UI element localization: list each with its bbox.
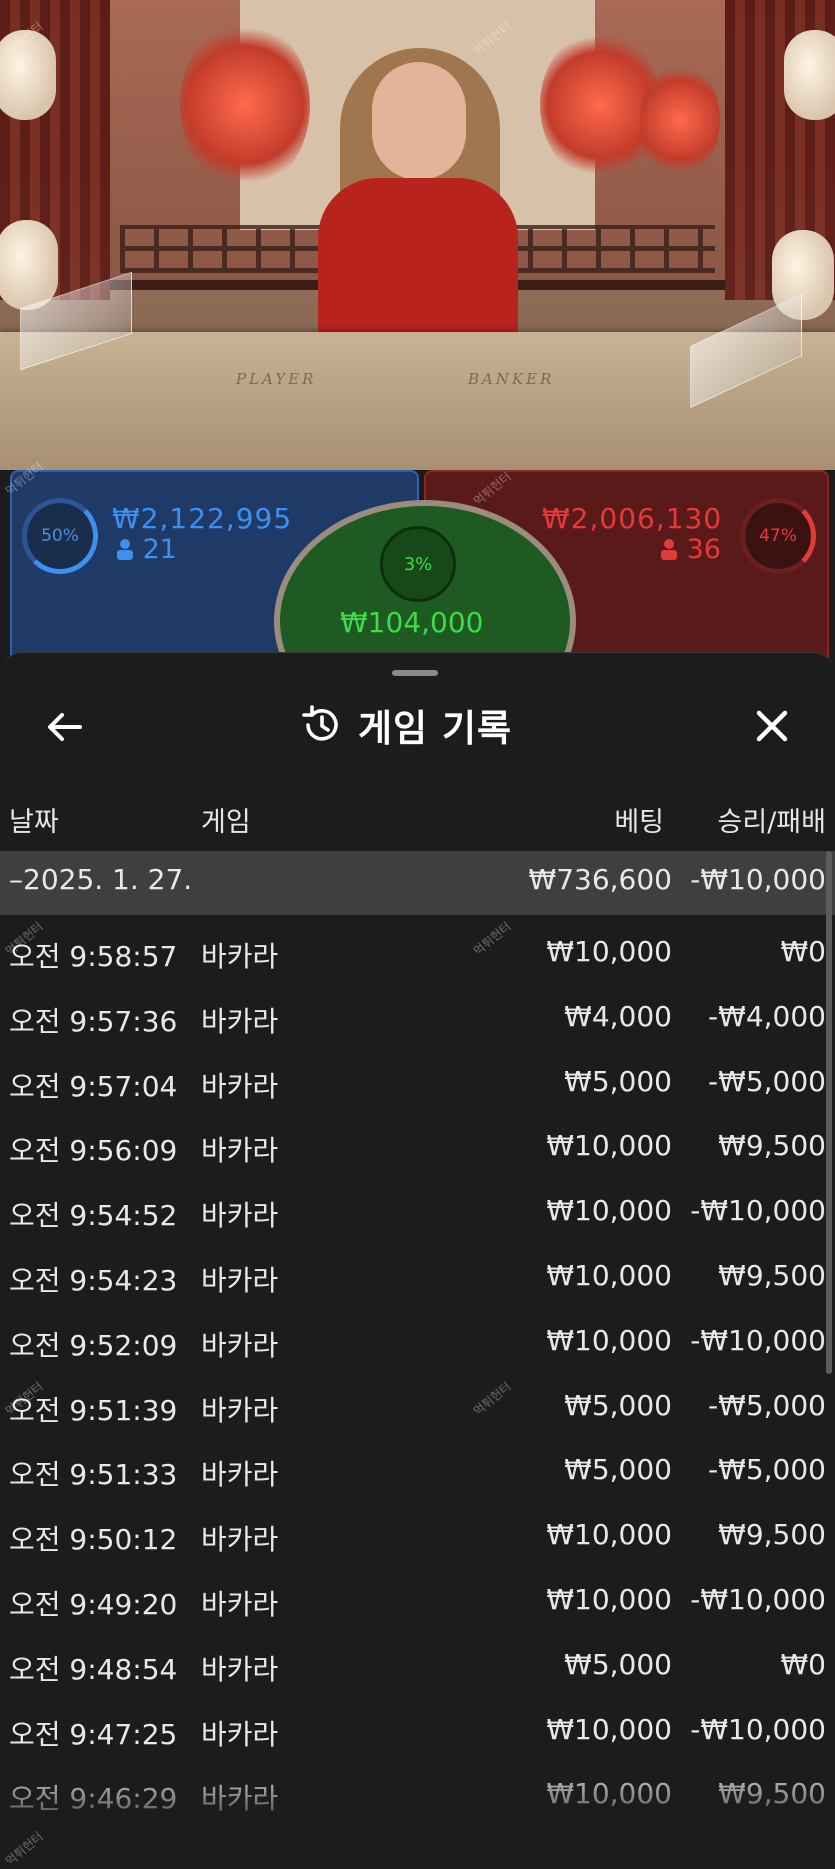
row-bet: ₩10,000 bbox=[546, 1259, 672, 1292]
row-bet: ₩10,000 bbox=[546, 1324, 672, 1357]
banker-bet-amount: ₩2,006,130 bbox=[542, 502, 723, 535]
row-result: ₩0 bbox=[780, 1648, 827, 1681]
player-bet-amount: ₩2,122,995 bbox=[112, 502, 293, 535]
row-bet: ₩10,000 bbox=[546, 1518, 672, 1551]
row-result: ₩0 bbox=[780, 935, 827, 968]
row-game: 바카라 bbox=[201, 1523, 279, 1556]
row-result: -₩5,000 bbox=[708, 1453, 826, 1486]
row-time: 오전 9:52:09 bbox=[9, 1329, 178, 1362]
date-group-date: –2025. 1. 27. bbox=[9, 863, 193, 896]
row-bet: ₩4,000 bbox=[564, 1000, 672, 1033]
tie-bet-amount: ₩104,000 bbox=[340, 606, 484, 639]
banker-count: 36 bbox=[686, 534, 721, 565]
tie-percent-ring: 3% bbox=[380, 526, 456, 602]
row-game: 바카라 bbox=[201, 1070, 279, 1103]
row-result: -₩5,000 bbox=[708, 1065, 826, 1098]
player-percent-ring: 50% bbox=[22, 498, 98, 574]
row-time: 오전 9:56:09 bbox=[9, 1134, 178, 1167]
row-time: 오전 9:49:20 bbox=[9, 1588, 178, 1621]
row-result: ₩9,500 bbox=[718, 1129, 826, 1162]
row-game: 바카라 bbox=[201, 1005, 279, 1038]
banker-count-row: 36 bbox=[660, 534, 721, 565]
row-game: 바카라 bbox=[201, 1588, 279, 1621]
row-time: 오전 9:51:33 bbox=[9, 1458, 178, 1491]
row-bet: ₩10,000 bbox=[546, 935, 672, 968]
row-bet: ₩5,000 bbox=[564, 1065, 672, 1098]
row-result: -₩4,000 bbox=[708, 1000, 826, 1033]
dealer-body bbox=[318, 178, 518, 358]
row-bet: ₩5,000 bbox=[564, 1453, 672, 1486]
row-bet: ₩10,000 bbox=[546, 1583, 672, 1616]
lantern-right bbox=[784, 30, 835, 120]
player-percent: 50% bbox=[41, 526, 79, 546]
banker-percent-ring: 47% bbox=[740, 498, 816, 574]
row-time: 오전 9:48:54 bbox=[9, 1653, 178, 1686]
row-time: 오전 9:50:12 bbox=[9, 1523, 178, 1556]
person-icon bbox=[117, 539, 133, 560]
lantern-left-lower bbox=[0, 220, 58, 310]
date-group-result: -₩10,000 bbox=[690, 863, 826, 896]
history-icon bbox=[302, 705, 338, 741]
row-bet: ₩10,000 bbox=[546, 1194, 672, 1227]
close-button[interactable] bbox=[746, 700, 798, 752]
row-bet: ₩5,000 bbox=[564, 1648, 672, 1681]
sheet-title: 게임 기록 bbox=[358, 707, 513, 750]
row-bet: ₩5,000 bbox=[564, 1389, 672, 1422]
row-result: -₩10,000 bbox=[690, 1583, 826, 1616]
row-bet: ₩10,000 bbox=[546, 1713, 672, 1746]
blossom-decoration bbox=[180, 20, 310, 190]
row-time: 오전 9:54:23 bbox=[9, 1264, 178, 1297]
sheet-drag-handle[interactable] bbox=[392, 670, 438, 676]
close-icon bbox=[756, 710, 788, 742]
live-dealer-video: PLAYER BANKER bbox=[0, 0, 835, 470]
table-label-banker: BANKER bbox=[468, 370, 555, 388]
scrollbar[interactable] bbox=[826, 851, 832, 1374]
arrow-left-icon bbox=[48, 713, 82, 741]
player-count: 21 bbox=[142, 534, 177, 565]
dealer-face bbox=[372, 62, 466, 180]
column-header-bet[interactable]: 베팅 bbox=[614, 800, 664, 839]
banker-percent: 47% bbox=[759, 526, 797, 546]
back-button[interactable] bbox=[38, 704, 90, 750]
row-result: ₩9,500 bbox=[718, 1777, 826, 1810]
column-header-game[interactable]: 게임 bbox=[201, 800, 251, 839]
person-icon bbox=[661, 539, 677, 560]
row-game: 바카라 bbox=[201, 1782, 279, 1815]
row-game: 바카라 bbox=[201, 1718, 279, 1751]
row-result: ₩9,500 bbox=[718, 1259, 826, 1292]
row-result: -₩10,000 bbox=[690, 1194, 826, 1227]
row-result: -₩10,000 bbox=[690, 1324, 826, 1357]
row-game: 바카라 bbox=[201, 1394, 279, 1427]
column-header-result[interactable]: 승리/패배 bbox=[718, 800, 826, 839]
row-result: -₩10,000 bbox=[690, 1713, 826, 1746]
player-count-row: 21 bbox=[116, 534, 177, 565]
row-game: 바카라 bbox=[201, 1329, 279, 1362]
row-time: 오전 9:57:36 bbox=[9, 1005, 178, 1038]
blossom-decoration bbox=[640, 60, 720, 180]
row-bet: ₩10,000 bbox=[546, 1777, 672, 1810]
row-game: 바카라 bbox=[201, 1199, 279, 1232]
column-header-date[interactable]: 날짜 bbox=[9, 800, 59, 839]
row-time: 오전 9:46:29 bbox=[9, 1782, 178, 1815]
row-game: 바카라 bbox=[201, 1264, 279, 1297]
row-game: 바카라 bbox=[201, 1653, 279, 1686]
table-label-player: PLAYER bbox=[236, 370, 317, 388]
row-time: 오전 9:54:52 bbox=[9, 1199, 178, 1232]
row-time: 오전 9:47:25 bbox=[9, 1718, 178, 1751]
sheet-header: 게임 기록 bbox=[300, 700, 512, 750]
row-result: ₩9,500 bbox=[718, 1518, 826, 1551]
row-game: 바카라 bbox=[201, 1458, 279, 1491]
row-game: 바카라 bbox=[201, 1134, 279, 1167]
row-time: 오전 9:57:04 bbox=[9, 1070, 178, 1103]
row-result: -₩5,000 bbox=[708, 1389, 826, 1422]
tie-percent: 3% bbox=[403, 553, 433, 575]
date-group-bet: ₩736,600 bbox=[528, 863, 672, 896]
row-bet: ₩10,000 bbox=[546, 1129, 672, 1162]
row-game: 바카라 bbox=[201, 940, 279, 973]
